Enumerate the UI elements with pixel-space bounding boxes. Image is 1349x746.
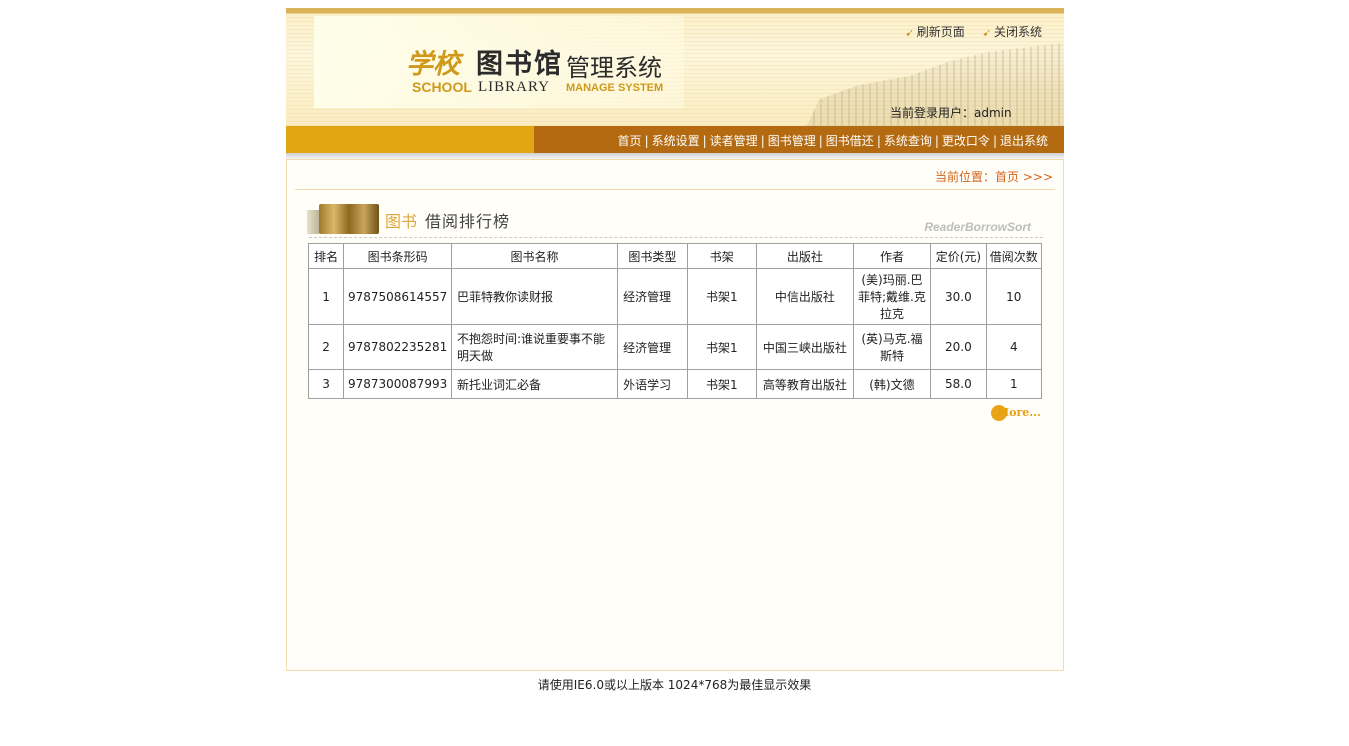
cell-borrow-count: 1 [985, 369, 1043, 399]
cell-author: (英)马克.福斯特 [852, 324, 932, 370]
logo-school-cn: 学校 [406, 49, 460, 80]
nav-separator: | [992, 134, 997, 148]
cell-author: (韩)文德 [852, 369, 932, 399]
cell-price: 20.0 [930, 324, 987, 370]
cell-barcode: 9787508614557 [343, 268, 452, 325]
logo-school-en: SCHOOL [412, 79, 472, 95]
cell-rank: 1 [307, 268, 345, 325]
logo-manage-en: MANAGE SYSTEM [566, 82, 664, 94]
section-header: 图书 借阅排行榜 ReaderBorrowSort [307, 202, 1043, 238]
footer-note: 请使用IE6.0或以上版本 1024*768为最佳显示效果 [537, 678, 812, 692]
cell-shelf: 书架1 [686, 369, 758, 399]
col-header-shelf: 书架 [686, 243, 758, 269]
nav-separator: | [818, 134, 823, 148]
nav-item-logout[interactable]: 退出系统 [1000, 134, 1048, 148]
close-system-link[interactable]: ➹ 关闭系统 [983, 25, 1042, 39]
breadcrumb: 当前位置：首页 >>> [935, 170, 1053, 184]
nav-item-home[interactable]: 首页 [618, 134, 642, 148]
books-icon [307, 204, 379, 234]
arrow-icon: ➹ [905, 28, 914, 39]
cell-author: (美)玛丽.巴菲特;戴维.克拉克 [852, 268, 932, 325]
cell-price: 58.0 [930, 369, 987, 399]
table-row: 2 9787802235281 不抱怨时间:谁说重要事不能明天做 经济管理 书架… [307, 324, 1043, 370]
nav-item-reader-management[interactable]: 读者管理 [710, 134, 758, 148]
col-header-barcode: 图书条形码 [343, 243, 452, 269]
cell-publisher: 中信出版社 [756, 268, 854, 325]
section-title-accent: 图书 [385, 212, 418, 231]
cell-price: 30.0 [930, 268, 987, 325]
top-links: ➹ 刷新页面 ➹ 关闭系统 [891, 23, 1042, 40]
more-button[interactable]: More... [991, 404, 1041, 422]
cell-book-name: 巴菲特教你读财报 [450, 268, 619, 325]
divider [295, 189, 1055, 190]
nav-items: 首页 | 系统设置 | 读者管理 | 图书管理 | 图书借还 | 系统查询 | 更改口令 | 退出系统 [618, 132, 1048, 149]
table-row: 1 9787508614557 巴菲特教你读财报 经济管理 书架1 中信出版社 … [307, 268, 1043, 325]
section-title-en: ReaderBorrowSort [924, 220, 1031, 234]
main-nav: 首页 | 系统设置 | 读者管理 | 图书管理 | 图书借还 | 系统查询 | 更改口令 | 退出系统 [286, 126, 1064, 153]
cell-book-name: 新托业词汇必备 [450, 369, 619, 399]
table-row: 3 9787300087993 新托业词汇必备 外语学习 书架1 高等教育出版社… [307, 369, 1043, 399]
nav-item-book-management[interactable]: 图书管理 [768, 134, 816, 148]
table-header-row: 排名 图书条形码 图书名称 图书类型 书架 出版社 作者 定价(元) 借阅次数 [307, 243, 1043, 269]
arrow-icon: ➹ [982, 28, 991, 39]
nav-item-system-query[interactable]: 系统查询 [884, 134, 932, 148]
cell-barcode: 9787802235281 [343, 324, 452, 370]
close-system-label: 关闭系统 [993, 25, 1042, 39]
cell-publisher: 高等教育出版社 [756, 369, 854, 399]
cell-borrow-count: 4 [985, 324, 1043, 370]
refresh-page-link[interactable]: ➹ 刷新页面 [905, 25, 964, 39]
section-divider [309, 236, 1043, 238]
cell-book-type: 经济管理 [617, 268, 688, 325]
nav-separator: | [934, 134, 939, 148]
col-header-borrow-count: 借阅次数 [985, 243, 1043, 269]
refresh-page-label: 刷新页面 [916, 25, 965, 39]
more-label: More... [997, 406, 1041, 419]
current-user: 当前登录用户：admin [890, 106, 1012, 120]
cell-book-type: 经济管理 [617, 324, 688, 370]
cell-rank: 3 [307, 369, 345, 399]
cell-publisher: 中国三峡出版社 [756, 324, 854, 370]
logo-manage-cn: 管理系统 [566, 54, 662, 82]
section-title: 借阅排行榜 [425, 212, 511, 231]
col-header-author: 作者 [852, 243, 932, 269]
col-header-rank: 排名 [307, 243, 345, 269]
header-banner: 学校 图书馆 管理系统 SCHOOL LIBRARY MANAGE SYSTEM… [286, 8, 1064, 126]
nav-item-borrow-return[interactable]: 图书借还 [826, 134, 874, 148]
nav-separator: | [702, 134, 707, 148]
col-header-book-name: 图书名称 [450, 243, 619, 269]
col-header-publisher: 出版社 [756, 243, 854, 269]
page-container: 学校 图书馆 管理系统 SCHOOL LIBRARY MANAGE SYSTEM… [286, 8, 1064, 671]
col-header-book-type: 图书类型 [617, 243, 688, 269]
cell-rank: 2 [307, 324, 345, 370]
nav-separator: | [644, 134, 649, 148]
logo-library-en: LIBRARY [478, 79, 551, 95]
nav-separator: | [876, 134, 881, 148]
cell-barcode: 9787300087993 [343, 369, 452, 399]
logo-library-cn: 图书馆 [476, 49, 563, 80]
col-header-price: 定价(元) [930, 243, 987, 269]
cell-borrow-count: 10 [985, 268, 1043, 325]
borrow-ranking-table: 排名 图书条形码 图书名称 图书类型 书架 出版社 作者 定价(元) 借阅次数 … [307, 243, 1043, 399]
cell-book-name: 不抱怨时间:谁说重要事不能明天做 [450, 324, 619, 370]
cell-shelf: 书架1 [686, 324, 758, 370]
cell-book-type: 外语学习 [617, 369, 688, 399]
main-panel: 当前位置：首页 >>> 图书 借阅排行榜 ReaderBorrowSort 排名… [286, 159, 1064, 671]
nav-item-system-settings[interactable]: 系统设置 [652, 134, 700, 148]
nav-separator: | [760, 134, 765, 148]
nav-item-change-password[interactable]: 更改口令 [942, 134, 990, 148]
cell-shelf: 书架1 [686, 268, 758, 325]
